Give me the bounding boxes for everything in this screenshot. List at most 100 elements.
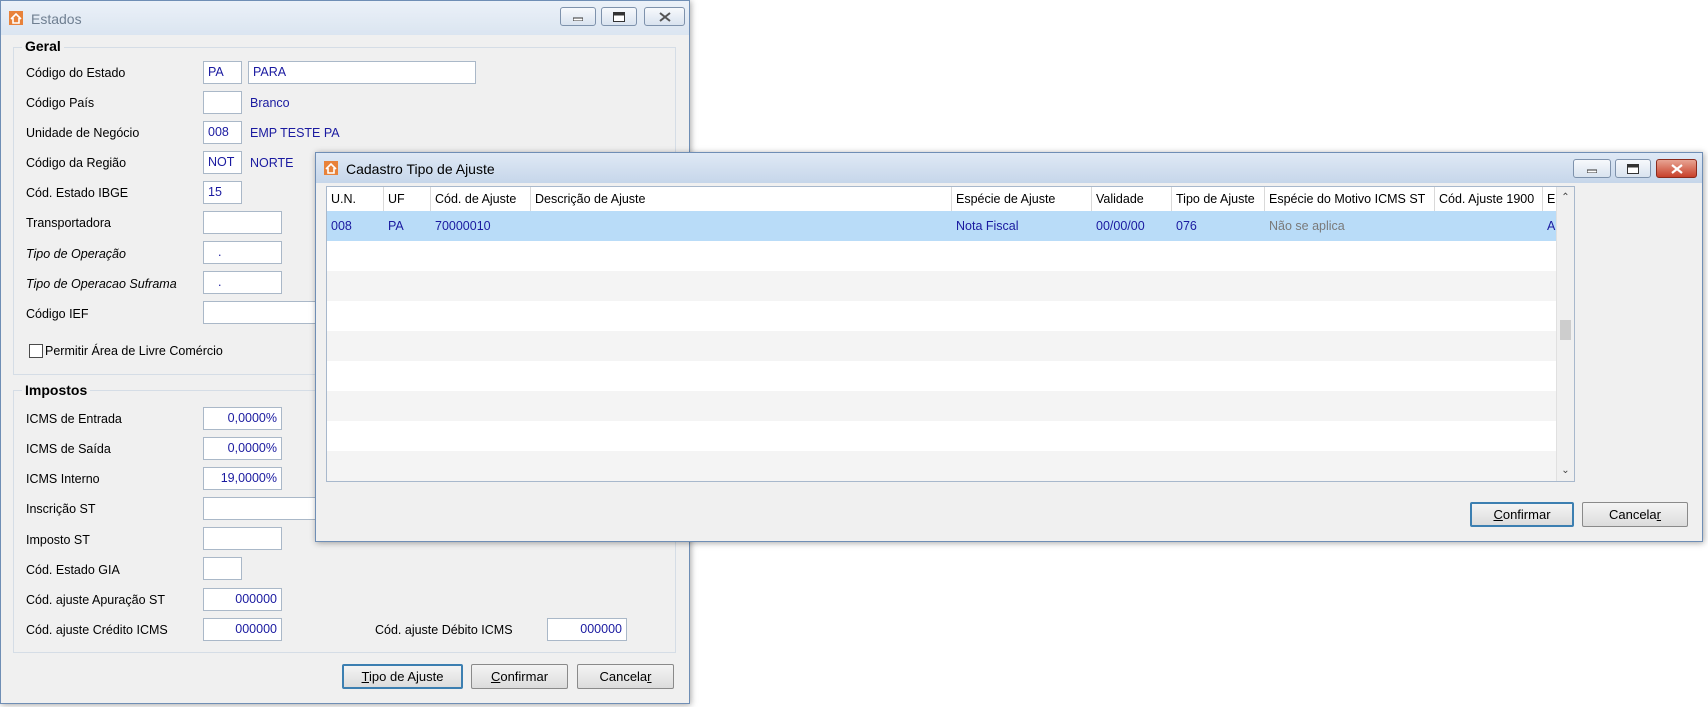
col-header-uf[interactable]: UF	[384, 187, 431, 211]
grid-vertical-scrollbar[interactable]: ⌃ ⌄	[1556, 187, 1574, 481]
empty-row	[327, 301, 1558, 331]
cod-ajuste-credito-icms-label: Cód. ajuste Crédito ICMS	[26, 623, 168, 637]
grid-header: U.N. UF Cód. de Ajuste Descrição de Ajus…	[327, 187, 1574, 211]
icms-interno-field[interactable]: 19,0000%	[203, 467, 282, 490]
minimize-icon	[1587, 169, 1597, 173]
scroll-thumb[interactable]	[1560, 320, 1571, 340]
close-icon	[1670, 163, 1683, 174]
col-header-cod-ajuste[interactable]: Cód. de Ajuste	[431, 187, 531, 211]
icms-saida-field[interactable]: 0,0000%	[203, 437, 282, 460]
estados-cancelar-label: Cancela	[599, 669, 648, 684]
cell-validade: 00/00/00	[1096, 219, 1145, 233]
transportadora-label: Transportadora	[26, 216, 111, 230]
col-header-tipo[interactable]: Tipo de Ajuste	[1172, 187, 1265, 211]
maximize-icon	[613, 11, 625, 22]
tipo-ajuste-mnemonic: T	[361, 669, 369, 684]
empty-row	[327, 241, 1558, 271]
unidade-negocio-field[interactable]: 008	[203, 121, 242, 144]
col-header-motivo[interactable]: Espécie do Motivo ICMS ST	[1265, 187, 1435, 211]
livre-comercio-checkbox[interactable]	[29, 344, 43, 358]
cell-especie: Nota Fiscal	[956, 219, 1019, 233]
cadastro-minimize-button[interactable]	[1573, 159, 1611, 178]
codigo-pais-label: Código País	[26, 96, 95, 110]
estados-confirmar-mnemonic: C	[490, 669, 501, 684]
estados-cancelar-button[interactable]: Cancelar	[577, 664, 674, 689]
col-header-un[interactable]: U.N.	[327, 187, 384, 211]
col-header-cod-1900[interactable]: Cód. Ajuste 1900	[1435, 187, 1543, 211]
app-icon	[9, 11, 23, 25]
cadastro-titlebar[interactable]: Cadastro Tipo de Ajuste	[316, 153, 1702, 183]
cod-ajuste-debito-icms-label: Cód. ajuste Débito ICMS	[375, 623, 513, 637]
cod-ajuste-apuracao-st-field[interactable]: 000000	[203, 588, 282, 611]
scroll-down-icon[interactable]: ⌄	[1557, 462, 1574, 479]
minimize-icon	[573, 17, 583, 21]
estados-minimize-button[interactable]	[560, 7, 596, 26]
estados-cancelar-mnemonic: r	[647, 669, 652, 684]
estados-confirmar-button[interactable]: Confirmar	[471, 664, 568, 689]
cell-uf: PA	[388, 219, 404, 233]
cadastro-close-button[interactable]	[1656, 159, 1697, 178]
estados-confirmar-label: onfirmar	[500, 669, 549, 684]
col-header-especie[interactable]: Espécie de Ajuste	[952, 187, 1092, 211]
empty-row	[327, 361, 1558, 391]
inscricao-st-field[interactable]	[203, 497, 323, 520]
codigo-regiao-desc: NORTE	[250, 156, 294, 170]
cell-cod-ajuste: 70000010	[435, 219, 491, 233]
cell-cod-1900	[1435, 211, 1439, 241]
cell-un: 008	[331, 219, 352, 233]
codigo-pais-field[interactable]	[203, 91, 242, 114]
cadastro-confirmar-mnemonic: C	[1493, 507, 1503, 522]
empty-row	[327, 391, 1558, 421]
tipo-operacao-suframa-field[interactable]: .	[203, 271, 282, 294]
cod-ajuste-credito-icms-field[interactable]: 000000	[203, 618, 282, 641]
empty-row	[327, 421, 1558, 451]
cadastro-tipo-ajuste-window: Cadastro Tipo de Ajuste U.N. UF Cód. de …	[315, 152, 1703, 542]
estados-title: Estados	[31, 11, 82, 27]
close-icon	[658, 11, 671, 22]
livre-comercio-label: Permitir Área de Livre Comércio	[45, 344, 223, 358]
tipo-operacao-field[interactable]: .	[203, 241, 282, 264]
cadastro-maximize-button[interactable]	[1615, 159, 1651, 178]
icms-entrada-label: ICMS de Entrada	[26, 412, 122, 426]
cod-ajuste-debito-icms-field[interactable]: 000000	[547, 618, 627, 641]
cod-ajuste-apuracao-st-label: Cód. ajuste Apuração ST	[26, 593, 165, 607]
icms-saida-label: ICMS de Saída	[26, 442, 111, 456]
icms-entrada-field[interactable]: 0,0000%	[203, 407, 282, 430]
cod-estado-gia-label: Cód. Estado GIA	[26, 563, 120, 577]
cadastro-confirmar-button[interactable]: Confirmar	[1470, 502, 1574, 527]
codigo-ief-label: Código IEF	[26, 307, 89, 321]
estados-titlebar[interactable]: Estados	[1, 1, 689, 35]
col-header-validade[interactable]: Validade	[1092, 187, 1172, 211]
cod-estado-ibge-label: Cód. Estado IBGE	[26, 186, 129, 200]
tipo-operacao-label: Tipo de Operação	[26, 247, 126, 261]
col-header-descricao[interactable]: Descrição de Ajuste	[531, 187, 952, 211]
cell-descricao	[531, 211, 535, 241]
codigo-ief-field[interactable]	[203, 301, 323, 324]
estados-close-button[interactable]	[644, 7, 685, 26]
scroll-up-icon[interactable]: ⌃	[1557, 189, 1574, 206]
empty-row	[327, 451, 1558, 481]
codigo-regiao-field[interactable]: NOT	[203, 151, 242, 174]
tipo-ajuste-button[interactable]: Tipo de Ajuste	[342, 664, 463, 689]
codigo-estado-label: Código do Estado	[26, 66, 126, 80]
cadastro-title: Cadastro Tipo de Ajuste	[346, 161, 495, 177]
cod-estado-gia-field[interactable]	[203, 557, 242, 580]
cadastro-cancelar-label: Cancela	[1608, 507, 1657, 522]
icms-interno-label: ICMS Interno	[26, 472, 100, 486]
tipo-ajuste-grid[interactable]: U.N. UF Cód. de Ajuste Descrição de Ajus…	[326, 186, 1575, 482]
tipo-operacao-suframa-label: Tipo de Operacao Suframa	[26, 277, 177, 291]
cadastro-cancelar-mnemonic: r	[1656, 507, 1662, 522]
imposto-st-label: Imposto ST	[26, 533, 90, 547]
imposto-st-field[interactable]	[203, 527, 282, 550]
inscricao-st-label: Inscrição ST	[26, 502, 96, 516]
impostos-group-title: Impostos	[22, 382, 91, 398]
app-icon	[324, 161, 338, 175]
nome-estado-field[interactable]: PARA	[248, 61, 476, 84]
table-row[interactable]: 008 PA 70000010 Nota Fiscal 00/00/00 076…	[327, 211, 1574, 241]
cadastro-cancelar-button[interactable]: Cancelar	[1582, 502, 1688, 527]
estados-maximize-button[interactable]	[601, 7, 637, 26]
transportadora-field[interactable]	[203, 211, 282, 234]
cod-estado-ibge-field[interactable]: 15	[203, 181, 242, 204]
codigo-estado-field[interactable]: PA	[203, 61, 242, 84]
tipo-ajuste-label: ipo de Ajuste	[369, 669, 444, 684]
